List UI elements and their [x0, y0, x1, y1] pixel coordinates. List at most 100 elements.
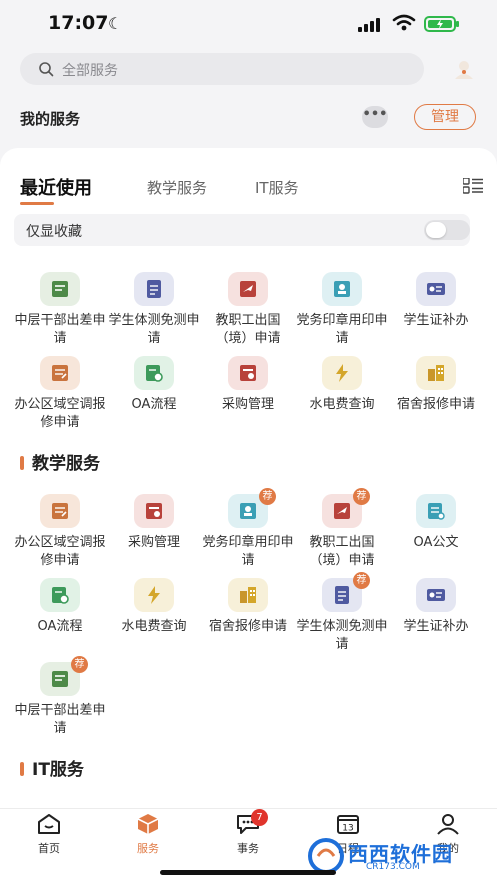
section-it: IT服务 [20, 755, 84, 780]
teach-oa-flow[interactable]: OA流程 [12, 578, 108, 636]
ac-repair-icon [40, 356, 80, 390]
service-label: 学生证补办 [403, 619, 469, 634]
tab-label: 事务 [237, 842, 259, 855]
recommend-badge: 荐 [259, 488, 276, 505]
search-bar[interactable]: 全部服务 [20, 53, 424, 85]
tab-recent[interactable]: 最近使用 [20, 174, 92, 200]
oa-flow-icon [40, 578, 80, 612]
teach-seal[interactable]: 荐 党务印章用印申请 [200, 488, 296, 570]
moon-icon: ☾ [108, 14, 123, 33]
student-card-icon [416, 272, 456, 306]
status-time: 17:07 [48, 12, 109, 34]
favorites-only-toggle[interactable] [424, 220, 470, 240]
service-purchase[interactable]: 采购管理 [200, 356, 296, 414]
service-label: 学生证补办 [403, 313, 469, 328]
recommend-badge: 荐 [71, 656, 88, 673]
service-label: 党务印章用印申请 [296, 313, 388, 346]
home-indicator [160, 870, 336, 875]
service-dorm-repair[interactable]: 宿舍报修申请 [388, 356, 484, 414]
oa-flow-icon [134, 356, 174, 390]
dorm-repair-icon [228, 578, 268, 612]
teach-oa-doc[interactable]: OA公文 [388, 494, 484, 552]
section-bar [20, 456, 24, 470]
favorites-only-row: 仅显收藏 [14, 214, 470, 246]
home-icon [38, 814, 60, 834]
tab-teaching[interactable]: 教学服务 [147, 177, 207, 198]
service-oa-flow[interactable]: OA流程 [106, 356, 202, 414]
teach-purchase[interactable]: 采购管理 [106, 494, 202, 552]
recommend-badge: 荐 [353, 572, 370, 589]
service-label: 教职工出国（境）申请 [215, 313, 281, 346]
service-label: 宿舍报修申请 [208, 619, 287, 634]
tab-underline [20, 202, 54, 205]
teach-abroad[interactable]: 荐 教职工出国（境）申请 [294, 488, 390, 570]
fitness-exempt-icon [134, 272, 174, 306]
service-label: 党务印章用印申请 [202, 535, 294, 568]
calendar-icon: 13 [337, 815, 359, 834]
search-placeholder: 全部服务 [62, 63, 118, 79]
purchase-icon [228, 356, 268, 390]
utility-bill-icon [322, 356, 362, 390]
service-label: 办公区域空调报修申请 [14, 535, 106, 568]
oa-document-icon [416, 494, 456, 528]
section-bar [20, 762, 24, 776]
list-view-icon[interactable] [463, 178, 483, 194]
service-utility-bill[interactable]: 水电费查询 [294, 356, 390, 414]
service-fitness-exempt[interactable]: 学生体测免测申请 [106, 272, 202, 348]
service-label: 水电费查询 [309, 397, 375, 412]
wifi-icon [392, 14, 416, 31]
services-panel: 最近使用 教学服务 IT服务 仅显收藏 中层干部出差申请 学生体测免测申请 教职… [0, 148, 497, 808]
tab-home[interactable]: 首页 [19, 813, 79, 856]
service-label: 中层干部出差申请 [14, 703, 106, 736]
avatar[interactable] [452, 57, 476, 81]
dorm-repair-icon [416, 356, 456, 390]
service-label: 水电费查询 [121, 619, 187, 634]
service-abroad[interactable]: 教职工出国（境）申请 [200, 272, 296, 348]
abroad-icon: 荐 [322, 488, 370, 528]
teach-fitness-exempt[interactable]: 荐 学生体测免测申请 [294, 572, 390, 654]
seal-icon: 荐 [228, 488, 276, 528]
teach-dorm-repair[interactable]: 宿舍报修申请 [200, 578, 296, 636]
manage-button[interactable]: 管理 [414, 104, 476, 130]
my-services-title: 我的服务 [20, 110, 81, 128]
recommend-badge: 荐 [353, 488, 370, 505]
unread-badge: 7 [251, 809, 268, 826]
ac-repair-icon [40, 494, 80, 528]
tab-label: 服务 [137, 842, 159, 855]
fitness-exempt-icon: 荐 [322, 572, 370, 612]
calendar-day: 13 [342, 824, 353, 834]
service-label: 中层干部出差申请 [14, 313, 106, 346]
service-label: 学生体测免测申请 [296, 619, 388, 652]
tab-label: 首页 [38, 842, 60, 855]
service-label: 宿舍报修申请 [396, 397, 475, 412]
favorites-only-label: 仅显收藏 [26, 224, 82, 240]
service-label: 采购管理 [221, 397, 274, 412]
watermark-url: CR173.COM [366, 862, 420, 872]
more-button[interactable]: ••• [362, 106, 388, 128]
service-label: 办公区域空调报修申请 [14, 397, 106, 430]
service-cadre-travel[interactable]: 中层干部出差申请 [12, 272, 108, 348]
service-label: OA流程 [37, 619, 83, 634]
cadre-travel-icon [40, 272, 80, 306]
battery-icon [424, 16, 459, 32]
service-seal[interactable]: 党务印章用印申请 [294, 272, 390, 348]
cube-icon [137, 814, 159, 834]
purchase-icon [134, 494, 174, 528]
tab-services[interactable]: 服务 [118, 813, 178, 856]
service-ac-repair[interactable]: 办公区域空调报修申请 [12, 356, 108, 432]
teach-cadre-travel[interactable]: 荐 中层干部出差申请 [12, 656, 108, 738]
section-title: 教学服务 [32, 454, 100, 474]
service-label: OA流程 [131, 397, 177, 412]
utility-bill-icon [134, 578, 174, 612]
person-icon [437, 814, 459, 835]
tab-affairs[interactable]: 7 事务 [218, 809, 278, 856]
cadre-travel-icon: 荐 [40, 656, 88, 696]
teach-student-card[interactable]: 学生证补办 [388, 578, 484, 636]
teach-utility-bill[interactable]: 水电费查询 [106, 578, 202, 636]
tab-it[interactable]: IT服务 [255, 177, 299, 198]
abroad-icon [228, 272, 268, 306]
service-label: 教职工出国（境）申请 [309, 535, 375, 568]
teach-ac-repair[interactable]: 办公区域空调报修申请 [12, 494, 108, 570]
service-label: OA公文 [413, 535, 459, 550]
service-student-card[interactable]: 学生证补办 [388, 272, 484, 330]
